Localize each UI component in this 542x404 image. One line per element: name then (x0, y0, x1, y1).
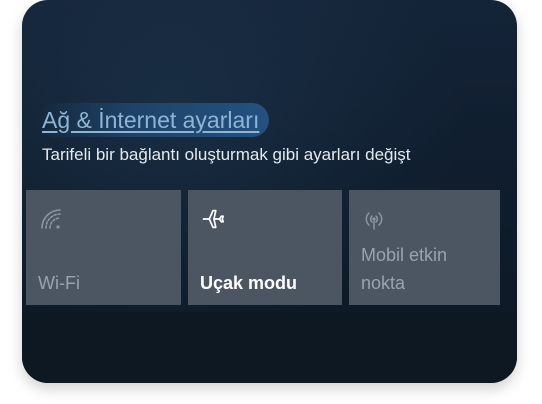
airplane-mode-tile[interactable]: Uçak modu (188, 190, 342, 305)
network-flyout: Ağ & İnternet ayarları Tarifeli bir bağl… (22, 0, 517, 383)
network-settings-link[interactable]: Ağ & İnternet ayarları (38, 103, 270, 137)
mobile-hotspot-icon (361, 206, 387, 232)
wifi-tile[interactable]: Wi-Fi (26, 190, 181, 305)
wifi-icon (38, 206, 64, 232)
mobile-hotspot-label: Mobil etkin nokta (361, 245, 448, 293)
airplane-mode-label: Uçak modu (200, 273, 298, 293)
mobile-hotspot-tile[interactable]: Mobil etkin nokta (349, 190, 500, 305)
flyout-bottom-area (22, 312, 517, 383)
network-settings-description: Tarifeli bir bağlantı oluşturmak gibi ay… (42, 145, 411, 164)
wifi-tile-label: Wi-Fi (38, 273, 80, 293)
airplane-icon (200, 206, 226, 232)
